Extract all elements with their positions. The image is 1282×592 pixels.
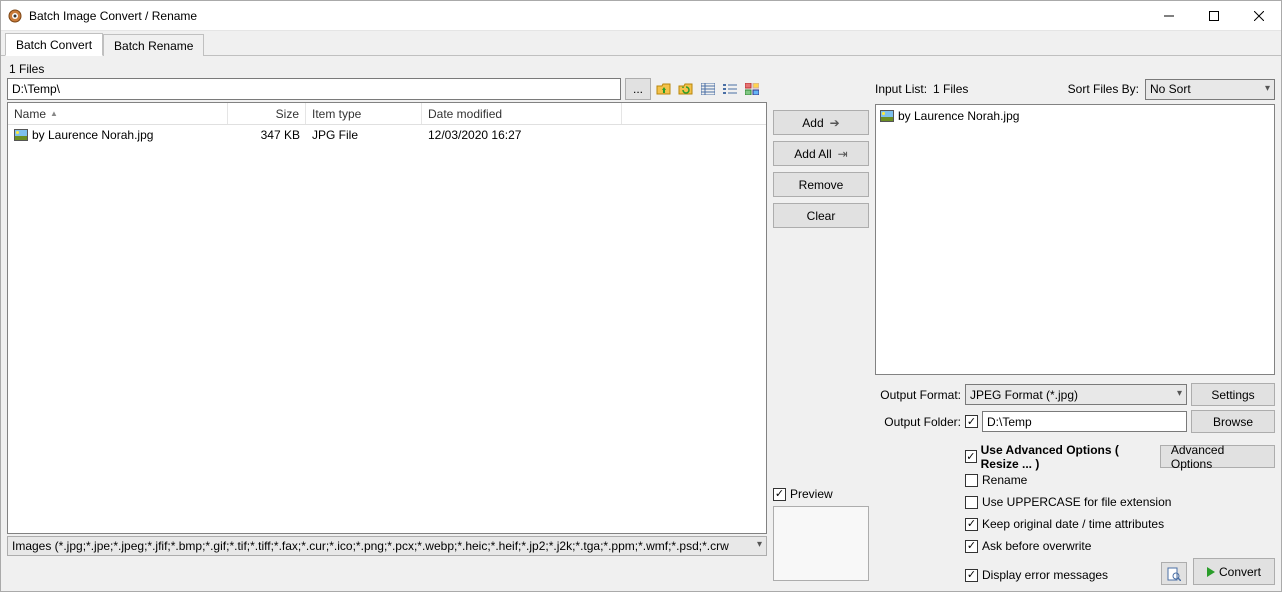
image-file-icon xyxy=(14,129,28,141)
preview-result-button[interactable] xyxy=(1161,562,1187,585)
view-list-icon[interactable] xyxy=(721,80,739,98)
window: Batch Image Convert / Rename Batch Conve… xyxy=(0,0,1282,592)
advanced-options-button[interactable]: Advanced Options xyxy=(1160,445,1275,468)
titlebar: Batch Image Convert / Rename xyxy=(1,1,1281,31)
add-button[interactable]: Add➔ xyxy=(773,110,869,135)
folder-refresh-icon[interactable] xyxy=(677,80,695,98)
file-date: 12/03/2020 16:27 xyxy=(428,128,521,142)
sort-by-label: Sort Files By: xyxy=(1068,82,1139,96)
tab-label: Batch Rename xyxy=(114,39,193,53)
path-input[interactable]: D:\Temp\ xyxy=(7,78,621,100)
ellipsis-label: ... xyxy=(633,82,643,96)
right-column: Input List: 1 Files Sort Files By: No So… xyxy=(875,78,1275,585)
close-button[interactable] xyxy=(1236,1,1281,30)
window-title: Batch Image Convert / Rename xyxy=(29,9,197,23)
arrow-right-icon: ➔ xyxy=(830,116,840,130)
browse-path-button[interactable]: ... xyxy=(625,78,651,100)
middle-column: Add➔ Add All⇥ Remove Clear Preview xyxy=(773,78,869,585)
preview-box xyxy=(773,506,869,581)
file-size: 347 KB xyxy=(261,128,300,142)
body: 1 Files D:\Temp\ ... Name ▲ Size xyxy=(1,56,1281,591)
column-size[interactable]: Size xyxy=(228,103,306,124)
clear-button[interactable]: Clear xyxy=(773,203,869,228)
preview-label: Preview xyxy=(790,487,833,501)
displayerrors-checkbox[interactable] xyxy=(965,569,978,582)
input-list-item[interactable]: by Laurence Norah.jpg xyxy=(878,107,1272,125)
remove-button[interactable]: Remove xyxy=(773,172,869,197)
output-folder-checkbox[interactable] xyxy=(965,415,978,428)
tab-batch-convert[interactable]: Batch Convert xyxy=(5,33,103,56)
magnify-page-icon xyxy=(1167,567,1181,581)
advanced-options-label: Use Advanced Options ( Resize ... ) xyxy=(981,443,1156,471)
askoverwrite-checkbox[interactable] xyxy=(965,540,978,553)
sort-by-value: No Sort xyxy=(1150,82,1191,96)
left-column: D:\Temp\ ... Name ▲ Size Item type Date … xyxy=(7,78,767,585)
tab-bar: Batch Convert Batch Rename xyxy=(1,31,1281,56)
arrow-right-double-icon: ⇥ xyxy=(838,147,848,161)
sort-asc-icon: ▲ xyxy=(50,109,58,118)
keepdate-label: Keep original date / time attributes xyxy=(982,517,1164,531)
output-folder-label: Output Folder: xyxy=(875,415,961,429)
rename-checkbox[interactable] xyxy=(965,474,978,487)
settings-button[interactable]: Settings xyxy=(1191,383,1275,406)
path-value: D:\Temp\ xyxy=(12,82,60,96)
view-thumbnails-icon[interactable] xyxy=(743,80,761,98)
rename-label: Rename xyxy=(982,473,1027,487)
askoverwrite-label: Ask before overwrite xyxy=(982,539,1091,553)
keepdate-checkbox[interactable] xyxy=(965,518,978,531)
folder-up-icon[interactable] xyxy=(655,80,673,98)
input-list[interactable]: by Laurence Norah.jpg xyxy=(875,104,1275,375)
tab-batch-rename[interactable]: Batch Rename xyxy=(103,34,204,56)
browse-output-button[interactable]: Browse xyxy=(1191,410,1275,433)
displayerrors-label: Display error messages xyxy=(982,568,1108,582)
column-type[interactable]: Item type xyxy=(306,103,422,124)
input-list-count: 1 Files xyxy=(933,82,968,96)
convert-button[interactable]: Convert xyxy=(1193,558,1275,585)
advanced-options-checkbox[interactable] xyxy=(965,450,977,463)
input-list-item-name: by Laurence Norah.jpg xyxy=(898,109,1019,123)
minimize-button[interactable] xyxy=(1146,1,1191,30)
view-details-icon[interactable] xyxy=(699,80,717,98)
file-list[interactable]: Name ▲ Size Item type Date modified by L… xyxy=(7,102,767,534)
uppercase-checkbox[interactable] xyxy=(965,496,978,509)
image-file-icon xyxy=(880,110,894,122)
uppercase-label: Use UPPERCASE for file extension xyxy=(982,495,1171,509)
column-name[interactable]: Name ▲ xyxy=(8,103,228,124)
file-type-filter-value: Images (*.jpg;*.jpe;*.jpeg;*.jfif;*.bmp;… xyxy=(12,539,729,553)
file-type-filter[interactable]: Images (*.jpg;*.jpe;*.jpeg;*.jfif;*.bmp;… xyxy=(7,536,767,556)
preview-checkbox-row: Preview xyxy=(773,484,869,504)
preview-checkbox[interactable] xyxy=(773,488,786,501)
tab-label: Batch Convert xyxy=(16,38,92,52)
file-row[interactable]: by Laurence Norah.jpg 347 KB JPG File 12… xyxy=(8,125,766,145)
sort-by-dropdown[interactable]: No Sort xyxy=(1145,79,1275,100)
output-format-value: JPEG Format (*.jpg) xyxy=(970,388,1078,402)
file-name: by Laurence Norah.jpg xyxy=(32,128,153,142)
input-list-label: Input List: xyxy=(875,82,927,96)
add-all-button[interactable]: Add All⇥ xyxy=(773,141,869,166)
file-type: JPG File xyxy=(312,128,358,142)
output-format-label: Output Format: xyxy=(875,388,961,402)
output-format-dropdown[interactable]: JPEG Format (*.jpg) xyxy=(965,384,1187,405)
app-icon xyxy=(7,8,23,24)
play-icon xyxy=(1207,567,1215,577)
maximize-button[interactable] xyxy=(1191,1,1236,30)
column-date[interactable]: Date modified xyxy=(422,103,622,124)
output-folder-input[interactable]: D:\Temp xyxy=(982,411,1187,432)
files-count-label: 1 Files xyxy=(7,60,1275,76)
file-list-header: Name ▲ Size Item type Date modified xyxy=(8,103,766,125)
output-folder-value: D:\Temp xyxy=(987,415,1032,429)
